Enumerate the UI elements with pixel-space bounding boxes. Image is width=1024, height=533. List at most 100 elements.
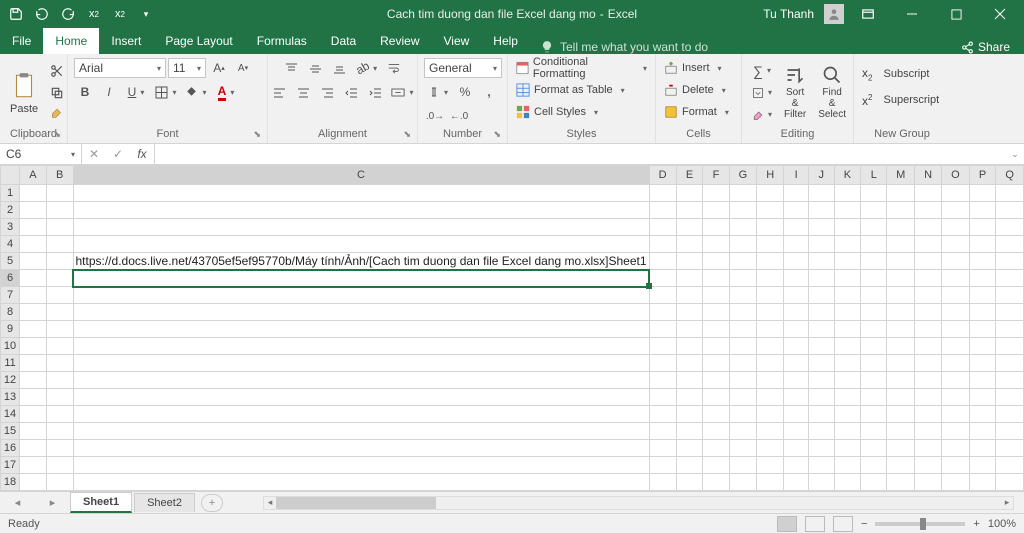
conditional-formatting-button[interactable]: Conditional Formatting▾	[514, 58, 649, 78]
cell-K15[interactable]	[834, 423, 861, 440]
cell-P8[interactable]	[969, 304, 996, 321]
sheet-tab-2[interactable]: Sheet2	[134, 493, 195, 512]
cell-O18[interactable]	[942, 474, 969, 491]
cell-J5[interactable]	[808, 253, 834, 270]
cell-K3[interactable]	[834, 219, 861, 236]
cell-L12[interactable]	[861, 372, 887, 389]
worksheet-grid[interactable]: ABCDEFGHIJKLMNOPQ12345https://d.docs.liv…	[0, 165, 1024, 491]
cell-B9[interactable]	[46, 321, 73, 338]
cell-O10[interactable]	[942, 338, 969, 355]
cell-P13[interactable]	[969, 389, 996, 406]
wrap-text-button[interactable]	[383, 58, 405, 78]
cell-G15[interactable]	[729, 423, 756, 440]
cell-A11[interactable]	[20, 355, 47, 372]
cell-A16[interactable]	[20, 440, 47, 457]
cell-F15[interactable]	[703, 423, 729, 440]
cell-E4[interactable]	[676, 236, 703, 253]
cell-N4[interactable]	[915, 236, 942, 253]
cell-P15[interactable]	[969, 423, 996, 440]
cell-N9[interactable]	[915, 321, 942, 338]
cell-D6[interactable]	[649, 270, 676, 287]
font-size-select[interactable]: 11▾	[168, 58, 206, 78]
row-header-18[interactable]: 18	[1, 474, 20, 491]
cell-P11[interactable]	[969, 355, 996, 372]
user-name[interactable]: Tu Thanh	[763, 7, 814, 21]
cell-Q1[interactable]	[996, 185, 1024, 202]
cell-D12[interactable]	[649, 372, 676, 389]
paste-button[interactable]: Paste	[6, 69, 42, 117]
cell-J8[interactable]	[808, 304, 834, 321]
cell-E1[interactable]	[676, 185, 703, 202]
cell-K8[interactable]	[834, 304, 861, 321]
align-center-button[interactable]	[293, 82, 315, 102]
tab-home[interactable]: Home	[43, 28, 99, 54]
italic-button[interactable]: I	[98, 82, 120, 102]
clipboard-dialog-launcher[interactable]: ⬊	[53, 127, 61, 141]
cell-I11[interactable]	[784, 355, 809, 372]
cell-I4[interactable]	[784, 236, 809, 253]
increase-indent-button[interactable]	[365, 82, 387, 102]
cell-C16[interactable]	[73, 440, 649, 457]
decrease-decimal-button[interactable]: ←.0	[448, 106, 470, 126]
border-button[interactable]: ▾	[152, 82, 180, 102]
cell-K14[interactable]	[834, 406, 861, 423]
cell-Q16[interactable]	[996, 440, 1024, 457]
cell-D1[interactable]	[649, 185, 676, 202]
clear-button[interactable]: ▾	[748, 105, 776, 125]
cell-M10[interactable]	[887, 338, 915, 355]
cell-Q5[interactable]	[996, 253, 1024, 270]
cell-D17[interactable]	[649, 457, 676, 474]
cell-M7[interactable]	[887, 287, 915, 304]
cell-C14[interactable]	[73, 406, 649, 423]
cell-P17[interactable]	[969, 457, 996, 474]
alignment-dialog-launcher[interactable]: ⬊	[403, 127, 411, 141]
cell-N11[interactable]	[915, 355, 942, 372]
cell-F5[interactable]	[703, 253, 729, 270]
subscript-qat-icon[interactable]: x2	[82, 2, 106, 26]
accounting-format-button[interactable]: ▾	[424, 82, 452, 102]
cell-K5[interactable]	[834, 253, 861, 270]
cell-F9[interactable]	[703, 321, 729, 338]
col-header-D[interactable]: D	[649, 166, 676, 185]
insert-cells-button[interactable]: Insert▾	[662, 58, 724, 78]
cell-D13[interactable]	[649, 389, 676, 406]
format-painter-button[interactable]	[46, 105, 68, 125]
cell-H14[interactable]	[757, 406, 784, 423]
col-header-H[interactable]: H	[757, 166, 784, 185]
cell-L1[interactable]	[861, 185, 887, 202]
maximize-button[interactable]	[936, 0, 976, 28]
cell-G10[interactable]	[729, 338, 756, 355]
col-header-M[interactable]: M	[887, 166, 915, 185]
align-middle-button[interactable]	[305, 58, 327, 78]
expand-formula-bar-button[interactable]: ⌄	[1006, 144, 1024, 164]
cell-E15[interactable]	[676, 423, 703, 440]
cell-F18[interactable]	[703, 474, 729, 491]
cell-A2[interactable]	[20, 202, 47, 219]
cell-H5[interactable]	[757, 253, 784, 270]
cell-Q7[interactable]	[996, 287, 1024, 304]
cell-F14[interactable]	[703, 406, 729, 423]
cell-C17[interactable]	[73, 457, 649, 474]
cell-D9[interactable]	[649, 321, 676, 338]
cell-C9[interactable]	[73, 321, 649, 338]
cell-K4[interactable]	[834, 236, 861, 253]
cell-H15[interactable]	[757, 423, 784, 440]
cell-J14[interactable]	[808, 406, 834, 423]
cell-J9[interactable]	[808, 321, 834, 338]
cell-I3[interactable]	[784, 219, 809, 236]
cell-G6[interactable]	[729, 270, 756, 287]
cell-M3[interactable]	[887, 219, 915, 236]
cell-C11[interactable]	[73, 355, 649, 372]
cell-I12[interactable]	[784, 372, 809, 389]
cell-F10[interactable]	[703, 338, 729, 355]
cell-O4[interactable]	[942, 236, 969, 253]
cell-I16[interactable]	[784, 440, 809, 457]
row-header-10[interactable]: 10	[1, 338, 20, 355]
cell-O6[interactable]	[942, 270, 969, 287]
row-header-17[interactable]: 17	[1, 457, 20, 474]
col-header-B[interactable]: B	[46, 166, 73, 185]
page-layout-view-button[interactable]	[805, 516, 825, 532]
col-header-I[interactable]: I	[784, 166, 809, 185]
align-left-button[interactable]	[269, 82, 291, 102]
col-header-P[interactable]: P	[969, 166, 996, 185]
